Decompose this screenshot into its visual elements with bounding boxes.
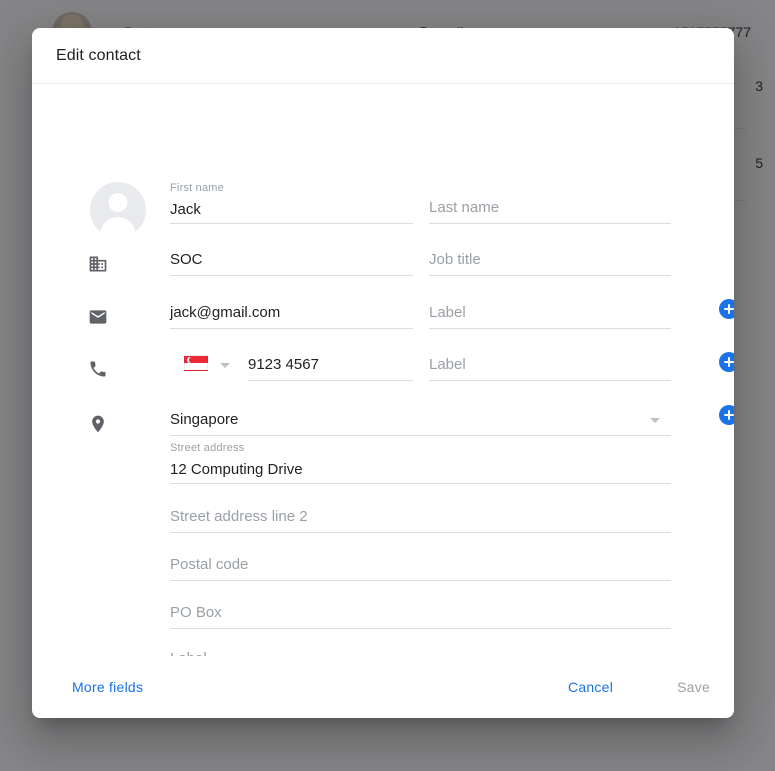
country-code-chevron-down-icon[interactable]	[220, 363, 230, 368]
email-field[interactable]: jack@gmail.com	[170, 289, 413, 329]
location-pin-icon	[86, 412, 110, 436]
last-name-placeholder: Last name	[429, 199, 500, 216]
dialog-body: First name Jack Last name SOC Job title …	[32, 84, 734, 656]
last-name-field[interactable]: Last name	[429, 184, 671, 224]
country-chevron-down-icon[interactable]	[650, 418, 660, 423]
first-name-label: First name	[170, 182, 224, 194]
add-email-button[interactable]	[719, 299, 734, 319]
po-box-field[interactable]: PO Box	[170, 589, 671, 629]
edit-contact-dialog: Edit contact First name Jack Last name S…	[32, 28, 734, 718]
cancel-button[interactable]: Cancel	[556, 671, 625, 703]
avatar-head-shape	[108, 193, 128, 212]
plus-icon-vertical	[728, 304, 730, 314]
dialog-footer: More fields Cancel Save	[32, 656, 734, 718]
add-phone-button[interactable]	[719, 352, 734, 372]
street-address-label: Street address	[170, 442, 245, 454]
street-address-value: 12 Computing Drive	[170, 461, 303, 478]
plus-icon-vertical	[728, 410, 730, 420]
postal-code-placeholder: Postal code	[170, 556, 249, 573]
more-fields-button[interactable]: More fields	[72, 671, 155, 703]
email-label-field[interactable]: Label	[429, 289, 671, 329]
job-title-placeholder: Job title	[429, 251, 481, 268]
country-select-field[interactable]: Singapore	[170, 396, 671, 436]
job-title-field[interactable]: Job title	[429, 236, 671, 276]
phone-label-field[interactable]: Label	[429, 341, 671, 381]
first-name-field[interactable]: First name Jack	[170, 182, 413, 224]
email-label-placeholder: Label	[429, 304, 466, 321]
address-label-placeholder: Label	[170, 649, 207, 656]
plus-icon-vertical	[728, 357, 730, 367]
phone-handset-icon	[86, 357, 110, 381]
first-name-value: Jack	[170, 201, 201, 218]
singapore-flag-icon[interactable]	[184, 355, 208, 371]
phone-number-value: 9123 4567	[248, 356, 319, 373]
dialog-title: Edit contact	[56, 46, 141, 64]
address-label-field[interactable]: Label	[170, 635, 671, 656]
street-address-field[interactable]: Street address 12 Computing Drive	[170, 442, 671, 484]
postal-code-field[interactable]: Postal code	[170, 541, 671, 581]
phone-number-field[interactable]: 9123 4567	[248, 341, 413, 381]
email-envelope-icon	[86, 305, 110, 329]
country-value: Singapore	[170, 411, 239, 428]
add-address-button[interactable]	[719, 405, 734, 425]
street-address-line2-field[interactable]: Street address line 2	[170, 493, 671, 533]
email-value: jack@gmail.com	[170, 304, 281, 321]
save-button[interactable]: Save	[665, 671, 710, 703]
avatar-body-shape	[100, 217, 136, 238]
contact-avatar-placeholder[interactable]	[90, 182, 146, 238]
company-value: SOC	[170, 251, 203, 268]
phone-label-placeholder: Label	[429, 356, 466, 373]
company-building-icon	[86, 252, 110, 276]
company-field[interactable]: SOC	[170, 236, 413, 276]
dialog-header: Edit contact	[32, 28, 734, 84]
po-box-placeholder: PO Box	[170, 604, 222, 621]
street-address-line2-placeholder: Street address line 2	[170, 508, 308, 525]
